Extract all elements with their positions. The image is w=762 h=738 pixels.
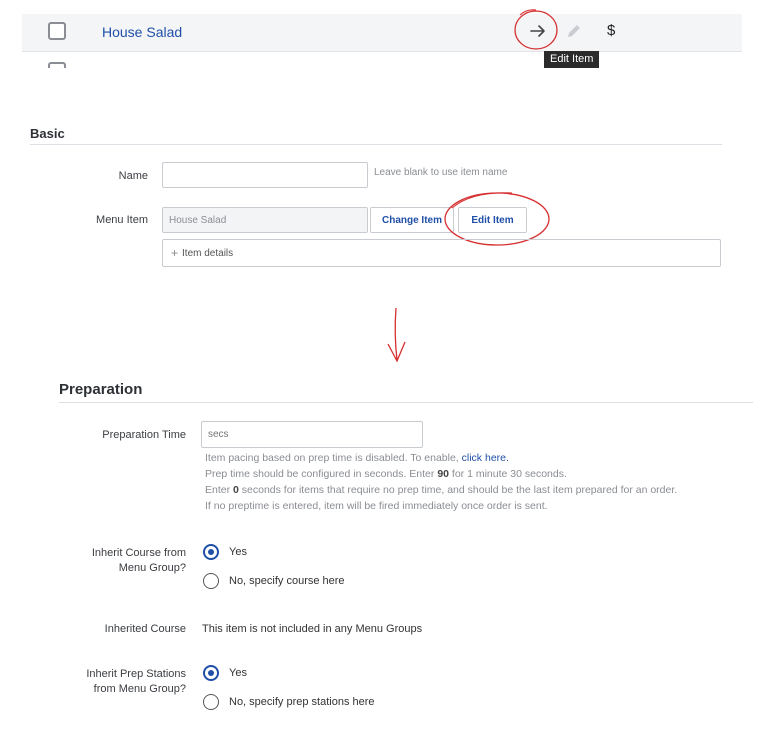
menu-item-label: Menu Item [96,214,148,226]
item-name-link[interactable]: House Salad [102,24,182,40]
enable-pacing-link[interactable]: click here. [462,452,509,464]
name-hint: Leave blank to use item name [374,167,508,178]
pencil-icon[interactable] [564,21,584,41]
preparation-section-title: Preparation [59,381,143,398]
arrow-right-icon[interactable] [527,20,549,42]
inherit-prep-no-radio[interactable] [203,694,219,710]
prep-time-label: Preparation Time [102,429,186,441]
name-input[interactable] [162,162,368,188]
dollar-icon[interactable]: $ [607,22,615,39]
prep-help-line-3: Enter 0 seconds for items that require n… [205,484,678,496]
inherit-course-no-label[interactable]: No, specify course here [229,575,345,587]
prep-help-line-4: If no preptime is entered, item will be … [205,500,548,512]
edit-item-tooltip: Edit Item [544,51,600,68]
divider [30,144,722,145]
item-details-expander[interactable]: + Item details [162,239,721,267]
inherited-course-label: Inherited Course [104,623,186,635]
divider [59,402,753,403]
inherit-course-yes-label[interactable]: Yes [229,546,247,558]
prep-help-line-1: Item pacing based on prep time is disabl… [205,452,509,464]
next-row-checkbox[interactable] [48,62,66,68]
inherit-course-no-radio[interactable] [203,573,219,589]
row-checkbox[interactable] [48,22,66,40]
change-item-button[interactable]: Change Item [370,207,454,233]
item-details-label: Item details [182,247,234,259]
inherit-course-yes-radio[interactable] [203,544,219,560]
menu-item-field: House Salad [162,207,368,233]
plus-icon: + [171,246,179,260]
basic-section-title: Basic [30,126,65,141]
inherit-course-label: Inherit Course from Menu Group? [91,547,186,574]
inherit-prep-yes-radio[interactable] [203,665,219,681]
annotation-arrow-down [387,307,406,363]
inherit-prep-no-label[interactable]: No, specify prep stations here [229,696,375,708]
inherited-course-value: This item is not included in any Menu Gr… [202,623,423,635]
edit-item-button[interactable]: Edit Item [458,207,527,233]
prep-help-line-2: Prep time should be configured in second… [205,468,567,480]
prep-time-input[interactable] [201,421,423,448]
menu-item-row[interactable]: House Salad $ [22,14,742,52]
name-label: Name [118,170,148,182]
inherit-prep-yes-label[interactable]: Yes [229,667,247,679]
inherit-prep-stations-label: Inherit Prep Stations from Menu Group? [86,668,186,695]
